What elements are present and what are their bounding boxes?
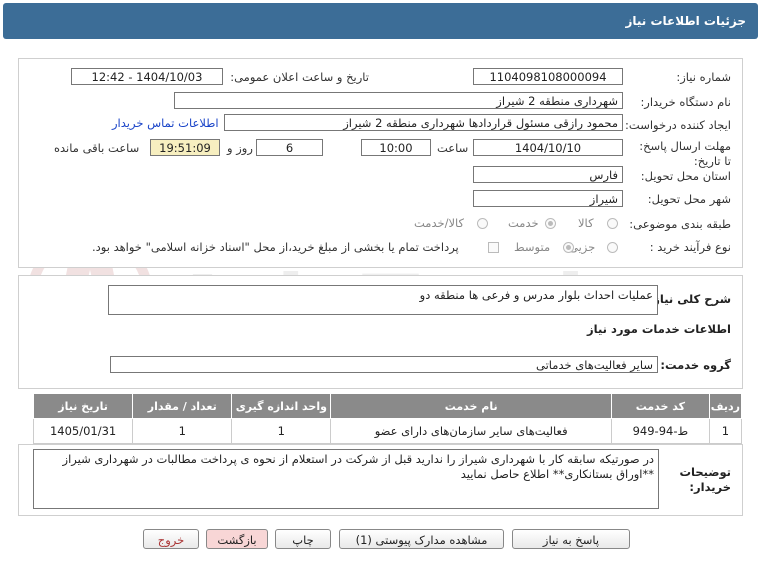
cell-row: 1: [708, 418, 743, 444]
view-attachments-button[interactable]: مشاهده مدارک پیوستی (1): [339, 529, 504, 549]
service-group-label: گروه خدمت:: [660, 358, 731, 372]
col-qty-header: تعداد / مقدار: [132, 393, 233, 419]
deadline-label: مهلت ارسال پاسخ: تا تاریخ:: [639, 139, 731, 168]
buyer-notes-label: توضیحات خریدار:: [679, 465, 732, 494]
process-medium-radio[interactable]: [563, 242, 574, 253]
cell-date: 1405/01/31: [32, 418, 134, 444]
summary-label: شرح کلی نیاز:: [648, 292, 731, 306]
process-label: نوع فرآیند خرید :: [649, 240, 731, 254]
services-section-title: اطلاعات خدمات مورد نیاز: [587, 322, 731, 336]
table-header-row: ردیف کد خدمت نام خدمت واحد اندازه گیری ت…: [32, 393, 743, 419]
col-name-header: نام خدمت: [330, 393, 612, 419]
services-table: ردیف کد خدمت نام خدمت واحد اندازه گیری ت…: [32, 393, 743, 444]
service-group-field: سایر فعالیت‌های خدماتی: [110, 356, 658, 373]
remaining-time-label: ساعت باقی مانده: [54, 141, 140, 155]
treasury-payment-checkbox[interactable]: [488, 242, 499, 253]
treasury-payment-note: پرداخت تمام یا بخشی از مبلغ خرید،از محل …: [92, 240, 459, 254]
back-button[interactable]: بازگشت: [206, 529, 268, 549]
col-date-header: تاریخ نیاز: [32, 393, 134, 419]
announce-date-field: 1404/10/03 - 12:42: [71, 68, 223, 85]
reply-button[interactable]: پاسخ به نیاز: [512, 529, 630, 549]
page-title: جزئیات اطلاعات نیاز: [625, 14, 746, 28]
category-goods-label: کالا: [578, 216, 594, 230]
col-code-header: کد خدمت: [610, 393, 710, 419]
window-title-bar: جزئیات اطلاعات نیاز: [3, 3, 758, 39]
need-number-label: شماره نیاز:: [676, 70, 731, 84]
days-label: روز و: [227, 141, 253, 155]
category-goods-service-label: کالا/خدمت: [414, 216, 465, 230]
remaining-time-field: 19:51:09: [150, 139, 220, 156]
exit-button[interactable]: خروج: [143, 529, 199, 549]
table-row: 1 ط-94-949 فعالیت‌های سایر سازمان‌های دا…: [32, 418, 743, 444]
buyer-org-label: نام دستگاه خریدار:: [640, 95, 731, 109]
col-row-header: ردیف: [708, 393, 743, 419]
province-label: استان محل تحویل:: [640, 169, 731, 183]
print-button[interactable]: چاپ: [275, 529, 331, 549]
need-number-field: 1104098108000094: [473, 68, 623, 85]
process-medium-label: متوسط: [514, 240, 551, 254]
creator-field: محمود رازقی مسئول قراردادها شهرداری منطق…: [224, 114, 623, 131]
cell-code: ط-94-949: [610, 418, 710, 444]
creator-label: ایجاد کننده درخواست:: [625, 118, 731, 132]
category-service-radio[interactable]: [545, 218, 556, 229]
cell-unit: 1: [231, 418, 332, 444]
deadline-time-field: 10:00: [361, 139, 431, 156]
city-field: شیراز: [473, 190, 623, 207]
province-field: فارس: [473, 166, 623, 183]
deadline-time-label: ساعت: [437, 141, 469, 155]
category-goods-radio[interactable]: [607, 218, 618, 229]
buyer-org-field: شهرداری منطقه 2 شیراز: [174, 92, 623, 109]
summary-field: عملیات احداث بلوار مدرس و فرعی ها منطقه …: [108, 285, 658, 315]
announce-date-label: تاریخ و ساعت اعلان عمومی:: [230, 70, 369, 84]
category-goods-service-radio[interactable]: [477, 218, 488, 229]
cell-qty: 1: [132, 418, 233, 444]
col-unit-header: واحد اندازه گیری: [231, 393, 332, 419]
process-minor-radio[interactable]: [607, 242, 618, 253]
buyer-notes-field: در صورتیکه سابقه کار با شهرداری شیراز را…: [33, 449, 659, 509]
category-label: طبقه بندی موضوعی:: [629, 217, 731, 231]
buyer-contact-link[interactable]: اطلاعات تماس خریدار: [112, 116, 219, 130]
city-label: شهر محل تحویل:: [647, 192, 731, 206]
cell-name: فعالیت‌های سایر سازمان‌های دارای عضو: [330, 418, 612, 444]
deadline-date-field: 1404/10/10: [473, 139, 623, 156]
category-service-label: خدمت: [508, 216, 539, 230]
days-field: 6: [256, 139, 323, 156]
